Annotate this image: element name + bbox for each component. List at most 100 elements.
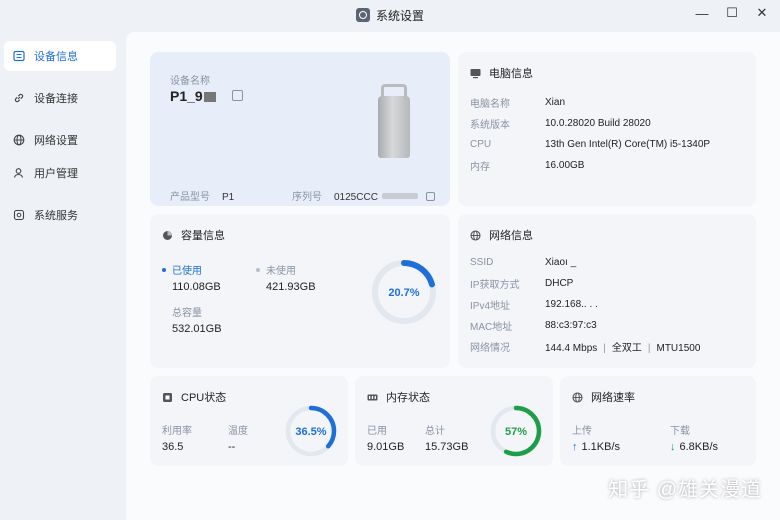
network-info-card: 网络信息 SSID Xiaoı _ IP获取方式 DHCP IPv4地址 192.168.…	[458, 214, 756, 368]
free-legend-dot	[256, 268, 260, 272]
info-row-label: CPU	[470, 139, 492, 150]
upload-label: 上传	[572, 426, 592, 437]
cpu-status-title: CPU状态	[181, 392, 227, 404]
memory-total-value: 15.73GB	[425, 441, 469, 453]
download-arrow-icon: ↓	[670, 441, 676, 453]
used-value: 110.08GB	[172, 281, 221, 293]
cpu-temp-stat: 温度 --	[228, 422, 248, 453]
download-value: 6.8KB/s	[679, 441, 719, 453]
cpu-percent: 36.5%	[295, 426, 326, 438]
info-row-value: 88:c3:97:c3	[545, 320, 597, 331]
computer-icon	[470, 68, 481, 79]
device-name-label: 设备名称	[170, 76, 210, 87]
info-row-label: IP获取方式	[470, 280, 520, 291]
cpu-usage-stat: 利用率 36.5	[162, 422, 192, 453]
cpu-temp-value: --	[228, 441, 236, 453]
capacity-title: 容量信息	[181, 230, 225, 242]
download-stat: 下载 ↓ 6.8KB/s	[670, 422, 718, 453]
product-model: 产品型号 P1	[170, 188, 234, 203]
sidebar-item-device-info[interactable]: 设备信息	[4, 41, 116, 71]
pc-info-card: 电脑信息 电脑名称 Xian 系统版本 10.0.28020 Build 28020 C…	[458, 52, 756, 206]
device-list-icon	[12, 49, 26, 63]
copy-icon[interactable]	[425, 192, 435, 201]
total-stat: 总容量 532.01GB	[172, 304, 222, 335]
settings-app-icon	[355, 8, 370, 22]
sidebar-item-label: 网络设置	[34, 135, 78, 147]
info-row-label: MAC地址	[470, 322, 513, 333]
cpu-status-card: CPU状态 利用率 36.5 温度 -- 36.5%	[150, 376, 348, 466]
used-legend-dot	[162, 268, 166, 272]
info-row-value: 16.00GB	[545, 160, 585, 171]
info-row: SSID Xiaoı _	[470, 252, 744, 273]
pie-chart-icon	[162, 230, 173, 241]
info-row-value: Xiaoı _	[545, 257, 577, 268]
product-model-label: 产品型号	[170, 192, 210, 203]
info-row-value: 10.0.28020 Build 28020	[545, 118, 651, 129]
upload-arrow-icon: ↑	[572, 441, 578, 453]
info-row-label: IPv4地址	[470, 301, 511, 312]
info-row: MAC地址 88:c3:97:c3	[470, 315, 744, 336]
service-icon	[12, 208, 26, 222]
free-value: 421.93GB	[266, 281, 316, 293]
network-status-label: 网络情况	[470, 343, 510, 354]
sidebar-item-label: 设备信息	[34, 51, 78, 63]
capacity-percent: 20.7%	[388, 287, 419, 299]
memory-used-label: 已用	[367, 426, 387, 437]
network-speed-title: 网络速率	[591, 392, 635, 404]
sidebar-item-label: 设备连接	[34, 93, 78, 105]
sidebar-item-network-settings[interactable]: 网络设置	[4, 125, 116, 155]
info-row-value: 13th Gen Intel(R) Core(TM) i5-1340P	[545, 139, 711, 150]
serial-number: 序列号 0125CCC	[292, 188, 435, 203]
pc-info-title: 电脑信息	[489, 68, 533, 80]
capacity-card: 容量信息 已使用 110.08GB 未使用 421.93GB 总容量 532.0…	[150, 214, 450, 368]
cpu-usage-value: 36.5	[162, 441, 184, 453]
sidebar-item-user-management[interactable]: 用户管理	[4, 158, 116, 188]
globe-icon	[470, 229, 481, 241]
cpu-temp-label: 温度	[228, 426, 248, 437]
sidebar-item-device-connect[interactable]: 设备连接	[4, 83, 116, 113]
info-row: CPU 13th Gen Intel(R) Core(TM) i5-1340P	[470, 134, 744, 155]
sidebar: 设备信息 设备连接 网络设置 用户管理 系统服务	[0, 38, 122, 233]
network-duplex: 全双工	[611, 343, 642, 354]
used-label: 已使用	[172, 266, 202, 277]
serial-number-value: 0125CCC	[334, 192, 378, 203]
cpu-usage-label: 利用率	[162, 426, 192, 437]
info-row: IPv4地址 192.168.. . .	[470, 294, 744, 315]
title-bar: 系统设置 — ☐ ✕	[0, 0, 780, 30]
network-speed-card: 网络速率 上传 ↑ 1.1KB/s 下载 ↓ 6.8KB/s	[560, 376, 756, 466]
info-row-value: DHCP	[545, 278, 574, 289]
used-stat: 已使用 110.08GB	[162, 262, 221, 293]
product-model-value: P1	[222, 192, 235, 203]
sidebar-item-system-service[interactable]: 系统服务	[4, 200, 116, 230]
info-row-value: Xian	[545, 97, 566, 108]
main-panel: 设备名称 P1_9 产品型号 P1 序列号 0125CCC 电脑信息 电脑名称 Xia…	[126, 32, 780, 520]
edit-icon[interactable]	[232, 90, 243, 101]
memory-status-card: 内存状态 已用 9.01GB 总计 15.73GB 57%	[355, 376, 553, 466]
network-speed: 144.4 Mbps	[545, 343, 598, 354]
info-row-label: 系统版本	[470, 120, 510, 131]
close-button[interactable]: ✕	[754, 5, 770, 21]
network-mtu: MTU1500	[656, 343, 701, 354]
sidebar-item-label: 用户管理	[34, 168, 78, 180]
info-row-label: SSID	[470, 257, 494, 268]
memory-status-title: 内存状态	[386, 392, 430, 404]
info-row: 电脑名称 Xian	[470, 92, 744, 113]
watermark: 知乎 @雄关漫道	[608, 479, 762, 501]
cpu-icon	[162, 392, 173, 403]
window-title: 系统设置	[375, 8, 424, 23]
serial-number-label: 序列号	[292, 192, 322, 203]
download-label: 下载	[670, 426, 690, 437]
memory-total-label: 总计	[425, 426, 445, 437]
memory-percent: 57%	[505, 426, 527, 438]
device-card: 设备名称 P1_9 产品型号 P1 序列号 0125CCC	[150, 52, 450, 206]
link-icon	[12, 91, 26, 105]
window-controls: — ☐ ✕	[694, 5, 770, 21]
info-row-value: 192.168.. . .	[545, 299, 598, 310]
minimize-button[interactable]: —	[694, 5, 710, 21]
info-row: 内存 16.00GB	[470, 155, 744, 176]
memory-used-stat: 已用 9.01GB	[367, 422, 404, 453]
maximize-button[interactable]: ☐	[724, 5, 740, 21]
network-info-title: 网络信息	[489, 230, 533, 242]
info-row-label: 内存	[470, 162, 490, 173]
upload-value: 1.1KB/s	[581, 441, 621, 453]
